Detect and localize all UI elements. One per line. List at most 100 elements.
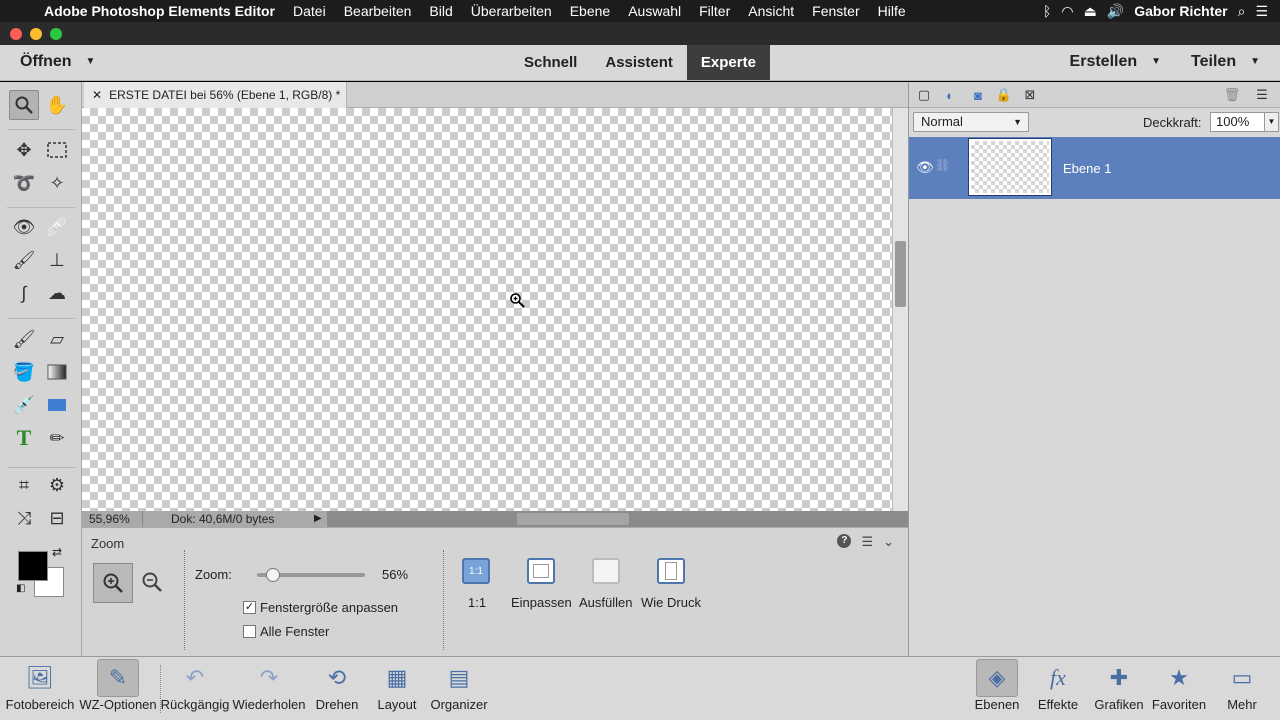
- minimize-window-button[interactable]: [30, 28, 42, 40]
- eyedropper-tool-icon[interactable]: 💉: [9, 390, 39, 420]
- actual-pixels-button[interactable]: 1:1: [462, 558, 490, 584]
- horizontal-scroll-thumb[interactable]: [517, 513, 629, 525]
- zoom-in-button[interactable]: [93, 563, 133, 603]
- tool-options-button[interactable]: ✎ WZ-Optionen: [78, 659, 158, 717]
- panel-menu-icon[interactable]: ☰: [1253, 86, 1271, 104]
- horizontal-scrollbar[interactable]: [327, 511, 908, 527]
- hand-tool-icon[interactable]: ✋: [42, 90, 72, 120]
- clone-stamp-tool-icon[interactable]: ⊥: [42, 245, 72, 275]
- layers-button[interactable]: ◈ Ebenen: [974, 659, 1020, 717]
- bluetooth-icon[interactable]: ᛒ: [1043, 3, 1051, 19]
- close-window-button[interactable]: [10, 28, 22, 40]
- vertical-scrollbar[interactable]: [892, 108, 908, 511]
- favorites-button[interactable]: ★ Favoriten: [1150, 659, 1208, 717]
- help-icon[interactable]: ?: [837, 534, 852, 548]
- user-name[interactable]: Gabor Richter: [1134, 3, 1227, 19]
- open-button[interactable]: Öffnen ▼: [20, 53, 95, 71]
- foreground-color-swatch[interactable]: [18, 551, 48, 581]
- lock-icon[interactable]: 🔒: [995, 86, 1013, 104]
- undo-button[interactable]: ↶ Rückgängig: [160, 659, 230, 717]
- volume-icon[interactable]: 🔊: [1107, 3, 1124, 20]
- vertical-scroll-thumb[interactable]: [895, 241, 906, 307]
- menu-ueberarbeiten[interactable]: Überarbeiten: [462, 3, 561, 19]
- recompose-tool-icon[interactable]: ⚙: [42, 470, 72, 500]
- lock-transparency-icon[interactable]: ⊠: [1021, 86, 1039, 104]
- link-icon[interactable]: ⛓: [935, 158, 950, 172]
- menu-ansicht[interactable]: Ansicht: [739, 3, 803, 19]
- crop-tool-icon[interactable]: ⌗: [9, 470, 39, 500]
- smart-brush-tool-icon[interactable]: 🖌: [9, 245, 39, 275]
- document-tab[interactable]: ✕ ERSTE DATEI bei 56% (Ebene 1, RGB/8) *: [84, 82, 347, 108]
- menu-filter[interactable]: Filter: [690, 3, 739, 19]
- menu-auswahl[interactable]: Auswahl: [619, 3, 690, 19]
- zoom-slider[interactable]: [257, 568, 365, 582]
- marquee-tool-icon[interactable]: [42, 135, 72, 165]
- zoom-slider-knob[interactable]: [266, 568, 281, 582]
- wifi-icon[interactable]: ◠: [1061, 3, 1073, 20]
- adjustment-layer-icon[interactable]: ◐: [941, 86, 959, 104]
- tab-schnell[interactable]: Schnell: [510, 45, 591, 80]
- opacity-input[interactable]: 100%: [1210, 112, 1265, 132]
- zoom-out-button[interactable]: [141, 571, 163, 598]
- healing-brush-tool-icon[interactable]: 🩹: [42, 212, 72, 242]
- eraser-tool-icon[interactable]: ▱: [42, 324, 72, 354]
- eye-icon[interactable]: 👁: [916, 159, 934, 176]
- layer-name[interactable]: Ebene 1: [1063, 161, 1111, 176]
- type-tool-icon[interactable]: T: [9, 423, 39, 453]
- layer-row[interactable]: 👁 ⛓ Ebene 1: [909, 137, 1280, 199]
- opacity-dropdown-icon[interactable]: ▼: [1264, 112, 1279, 132]
- paint-bucket-tool-icon[interactable]: 🪣: [9, 357, 39, 387]
- fit-window-checkbox[interactable]: ✓ Fenstergröße anpassen: [243, 600, 398, 615]
- create-button[interactable]: Erstellen ▼: [1070, 53, 1162, 71]
- print-size-button[interactable]: [657, 558, 685, 584]
- blur-tool-icon[interactable]: ∫: [9, 278, 39, 308]
- menu-bild[interactable]: Bild: [420, 3, 461, 19]
- zoom-window-button[interactable]: [50, 28, 62, 40]
- layout-button[interactable]: ▦ Layout: [374, 659, 420, 717]
- gradient-tool-icon[interactable]: [42, 357, 72, 387]
- menu-bearbeiten[interactable]: Bearbeiten: [335, 3, 421, 19]
- fit-screen-button[interactable]: [527, 558, 555, 584]
- all-windows-checkbox[interactable]: Alle Fenster: [243, 624, 329, 639]
- menu-datei[interactable]: Datei: [284, 3, 335, 19]
- image-canvas[interactable]: [82, 108, 892, 511]
- rotate-button[interactable]: ⟲ Drehen: [310, 659, 364, 717]
- tab-assistent[interactable]: Assistent: [591, 45, 687, 80]
- shape-tool-icon[interactable]: [42, 390, 72, 420]
- organizer-button[interactable]: ▤ Organizer: [428, 659, 490, 717]
- new-layer-icon[interactable]: ▢: [915, 86, 933, 104]
- close-icon[interactable]: ✕: [92, 88, 102, 102]
- status-menu-arrow-icon[interactable]: ▶: [314, 511, 322, 527]
- search-icon[interactable]: ⌕: [1238, 3, 1246, 20]
- fill-screen-button[interactable]: [592, 558, 620, 584]
- blend-mode-select[interactable]: Normal ▼: [913, 112, 1029, 132]
- graphics-button[interactable]: ✚ Grafiken: [1094, 659, 1144, 717]
- move-tool-icon[interactable]: ✥: [9, 135, 39, 165]
- list-icon[interactable]: ☰: [1255, 3, 1268, 20]
- layer-thumbnail[interactable]: [968, 138, 1052, 196]
- menu-ebene[interactable]: Ebene: [561, 3, 619, 19]
- magic-wand-tool-icon[interactable]: ✧: [42, 168, 72, 198]
- chevron-down-icon[interactable]: ⌄: [883, 534, 894, 550]
- swap-colors-icon[interactable]: ⇄: [52, 545, 62, 559]
- layer-mask-icon[interactable]: ◙: [969, 86, 987, 104]
- share-button[interactable]: Teilen ▼: [1191, 53, 1260, 71]
- more-button[interactable]: ▭ Mehr: [1220, 659, 1264, 717]
- zoom-tool-icon[interactable]: [9, 90, 39, 120]
- effects-button[interactable]: fx Effekte: [1034, 659, 1082, 717]
- brush-tool-icon[interactable]: 🖌: [9, 324, 39, 354]
- pencil-tool-icon[interactable]: ✏: [42, 423, 72, 453]
- redo-button[interactable]: ↷ Wiederholen: [232, 659, 306, 717]
- sponge-tool-icon[interactable]: ☁: [42, 278, 72, 308]
- menu-fenster[interactable]: Fenster: [803, 3, 868, 19]
- straighten-tool-icon[interactable]: ⊟: [42, 503, 72, 533]
- menu-app-name[interactable]: Adobe Photoshop Elements Editor: [44, 3, 284, 19]
- menu-hilfe[interactable]: Hilfe: [869, 3, 915, 19]
- red-eye-tool-icon[interactable]: 👁: [9, 212, 39, 242]
- lasso-tool-icon[interactable]: ➰: [9, 168, 39, 198]
- options-menu-icon[interactable]: ☰: [861, 534, 873, 550]
- trash-icon[interactable]: 🗑: [1223, 86, 1241, 104]
- eject-icon[interactable]: ⏏: [1084, 3, 1097, 20]
- content-aware-move-tool-icon[interactable]: ⤨: [9, 503, 39, 533]
- photo-bin-button[interactable]: 🖼 Fotobereich: [4, 659, 76, 717]
